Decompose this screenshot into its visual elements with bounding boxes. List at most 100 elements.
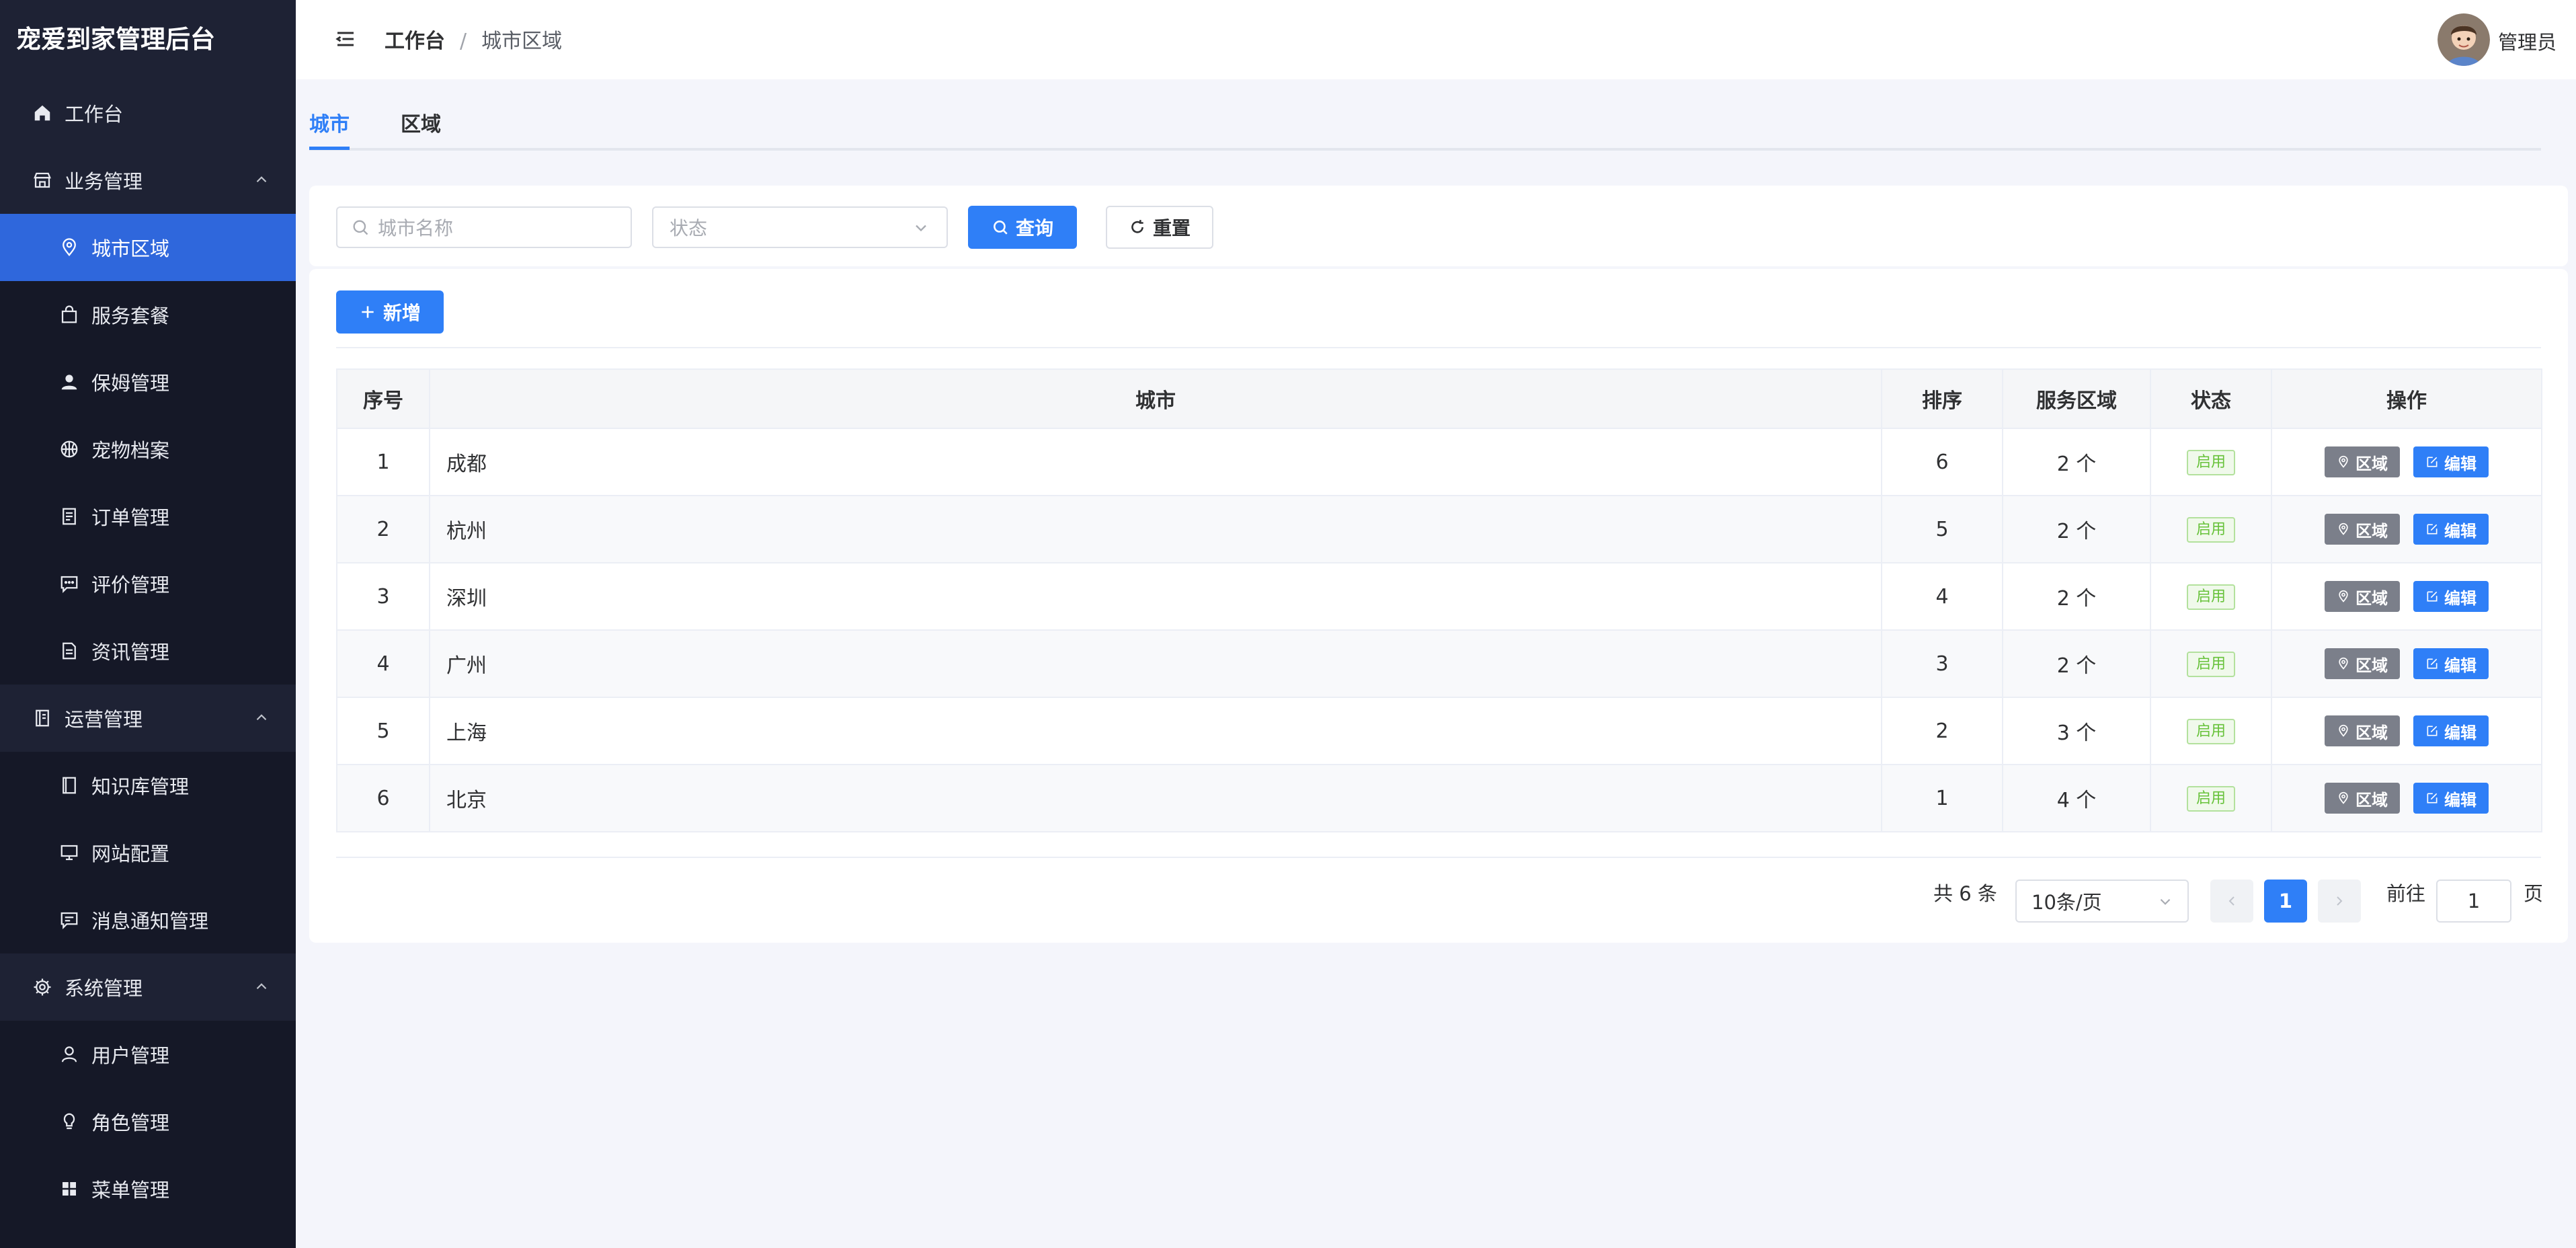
add-label: 新增 xyxy=(383,302,421,324)
add-button[interactable]: 新增 xyxy=(336,290,444,334)
edit-button[interactable]: 编辑 xyxy=(2413,446,2489,477)
page-1-button[interactable]: 1 xyxy=(2264,880,2307,923)
sidebar-group-business[interactable]: 业务管理 xyxy=(0,147,296,214)
sidebar-item-label: 宠物档案 xyxy=(91,439,170,462)
area-button[interactable]: 区域 xyxy=(2325,783,2400,814)
sidebar-item-notifications[interactable]: 消息通知管理 xyxy=(0,886,296,953)
area-button[interactable]: 区域 xyxy=(2325,446,2400,477)
reset-button[interactable]: 重置 xyxy=(1106,206,1213,249)
reset-label: 重置 xyxy=(1152,217,1191,239)
city-table: 序号 城市 排序 服务区域 状态 操作 1 成都 6 2 个 启用 区域 编辑 … xyxy=(336,368,2542,832)
row-status-cell: 启用 xyxy=(2150,495,2272,563)
area-button-label: 区域 xyxy=(2356,521,2388,541)
sidebar-item-label: 菜单管理 xyxy=(91,1179,170,1202)
notebook-icon xyxy=(31,707,54,730)
table-header-row: 序号 城市 排序 服务区域 状态 操作 xyxy=(336,368,2542,429)
sidebar-item-orders[interactable]: 订单管理 xyxy=(0,483,296,550)
sidebar-item-nanny[interactable]: 保姆管理 xyxy=(0,348,296,416)
goto-page-input[interactable]: 1 xyxy=(2436,880,2511,923)
map-pin-icon xyxy=(2339,791,2348,804)
table-row: 4 广州 3 2 个 启用 区域 编辑 xyxy=(336,629,2542,698)
refresh-icon xyxy=(1131,220,1143,233)
map-pin-icon xyxy=(2339,724,2348,737)
bulb-icon xyxy=(58,1110,81,1133)
edit-button[interactable]: 编辑 xyxy=(2413,648,2489,679)
news-icon xyxy=(58,639,81,662)
map-pin-icon xyxy=(2339,455,2348,468)
row-sort: 4 xyxy=(1881,562,2003,631)
sidebar-item-news[interactable]: 资讯管理 xyxy=(0,617,296,685)
table-row: 2 杭州 5 2 个 启用 区域 编辑 xyxy=(336,495,2542,563)
sidebar-item-site-config[interactable]: 网站配置 xyxy=(0,819,296,886)
menu-fold-icon[interactable] xyxy=(333,27,358,51)
row-index: 3 xyxy=(336,562,430,631)
chevron-down-icon xyxy=(916,225,926,232)
row-sort: 6 xyxy=(1881,428,2003,496)
table-row: 6 北京 1 4 个 启用 区域 编辑 xyxy=(336,764,2542,832)
row-actions: 区域 编辑 xyxy=(2271,562,2542,631)
sidebar-item-menus[interactable]: 菜单管理 xyxy=(0,1155,296,1222)
monitor-icon xyxy=(58,841,81,864)
row-actions: 区域 编辑 xyxy=(2271,697,2542,765)
avatar[interactable] xyxy=(2438,13,2490,66)
breadcrumb: 工作台 / 城市区域 xyxy=(385,24,562,54)
sidebar-item-service-package[interactable]: 服务套餐 xyxy=(0,281,296,348)
row-index: 2 xyxy=(336,495,430,563)
edit-button[interactable]: 编辑 xyxy=(2413,514,2489,545)
row-index: 1 xyxy=(336,428,430,496)
row-areas: 2 个 xyxy=(2002,428,2151,496)
grid-icon xyxy=(58,1177,81,1200)
city-name-placeholder: 城市名称 xyxy=(378,217,454,239)
goto-suffix: 页 xyxy=(2524,882,2544,905)
sidebar-spacer xyxy=(0,1222,296,1248)
sidebar-item-city-area[interactable]: 城市区域 xyxy=(0,214,296,281)
query-button[interactable]: 查询 xyxy=(968,206,1077,249)
breadcrumb-home[interactable]: 工作台 xyxy=(385,30,445,53)
sidebar-item-label: 资讯管理 xyxy=(91,641,170,664)
sidebar-item-dashboard[interactable]: 工作台 xyxy=(0,79,296,147)
chevron-up-icon xyxy=(256,714,267,721)
row-city: 北京 xyxy=(429,764,1882,832)
map-pin-icon xyxy=(2339,657,2348,670)
status-select[interactable]: 状态 xyxy=(652,206,948,248)
sidebar-group-system[interactable]: 系统管理 xyxy=(0,953,296,1021)
document-icon xyxy=(58,505,81,528)
edit-icon xyxy=(2427,591,2438,602)
sidebar-group-operations[interactable]: 运营管理 xyxy=(0,685,296,752)
sidebar-item-knowledge-base[interactable]: 知识库管理 xyxy=(0,752,296,819)
sidebar-item-label: 用户管理 xyxy=(91,1044,170,1067)
area-button[interactable]: 区域 xyxy=(2325,648,2400,679)
tab-city[interactable]: 城市 xyxy=(309,108,350,150)
sidebar-item-reviews[interactable]: 评价管理 xyxy=(0,550,296,617)
map-pin-icon xyxy=(2339,590,2348,602)
edit-button-label: 编辑 xyxy=(2444,723,2477,742)
user-icon xyxy=(58,1043,81,1066)
user-filled-icon xyxy=(58,370,81,393)
area-button[interactable]: 区域 xyxy=(2325,581,2400,612)
page-size-select[interactable]: 10条/页 xyxy=(2015,880,2189,923)
book-icon xyxy=(58,774,81,797)
city-name-input[interactable]: 城市名称 xyxy=(336,206,632,248)
chevron-left-icon xyxy=(2228,896,2235,906)
sidebar-item-users[interactable]: 用户管理 xyxy=(0,1021,296,1088)
edit-button[interactable]: 编辑 xyxy=(2413,581,2489,612)
edit-icon xyxy=(2427,793,2438,804)
sidebar-item-pet-records[interactable]: 宠物档案 xyxy=(0,416,296,483)
sidebar-item-roles[interactable]: 角色管理 xyxy=(0,1088,296,1155)
column-header: 排序 xyxy=(1881,368,2003,429)
sidebar-item-label: 角色管理 xyxy=(91,1112,170,1134)
sidebar-item-label: 网站配置 xyxy=(91,843,170,865)
search-card: 城市名称 状态 查询 重置 xyxy=(309,186,2568,266)
next-page-button[interactable] xyxy=(2318,880,2361,923)
area-button[interactable]: 区域 xyxy=(2325,715,2400,746)
edit-button[interactable]: 编辑 xyxy=(2413,715,2489,746)
area-button[interactable]: 区域 xyxy=(2325,514,2400,545)
prev-page-button[interactable] xyxy=(2210,880,2253,923)
map-pin-icon xyxy=(58,236,81,259)
query-label: 查询 xyxy=(1015,217,1053,239)
tab-area[interactable]: 区域 xyxy=(401,108,441,137)
row-status-cell: 启用 xyxy=(2150,428,2272,496)
edit-button[interactable]: 编辑 xyxy=(2413,783,2489,814)
username[interactable]: 管理员 xyxy=(2498,27,2557,55)
sidebar-item-label: 城市区域 xyxy=(91,237,170,260)
